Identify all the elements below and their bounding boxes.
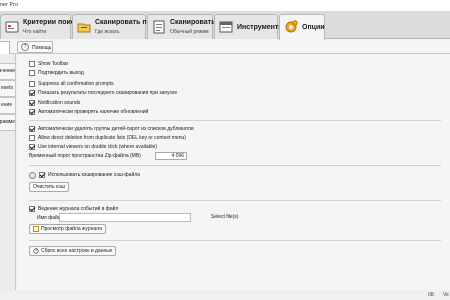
search-criteria-icon	[5, 21, 19, 33]
option-label: Show Toolbar	[38, 61, 69, 67]
option-auto-delete-orphans[interactable]: Автоматически удалять группы детей-сирот…	[29, 125, 194, 133]
divider	[29, 240, 441, 241]
select-files-button[interactable]: Select file(s)	[208, 212, 242, 222]
tab-label: Сканировать	[170, 19, 216, 26]
sidebar-item-2[interactable]: esets	[0, 80, 15, 97]
folder-scan-icon	[77, 23, 91, 33]
option-label: Автоматически удалять группы детей-сирот…	[38, 126, 194, 132]
sidebar-item-3[interactable]: ение	[0, 97, 15, 114]
checkbox[interactable]	[39, 172, 45, 178]
option-label: Показать результаты последнего сканирова…	[38, 90, 178, 96]
select-files-label: Select file(s)	[211, 214, 239, 220]
window-title: ner Pro	[0, 2, 19, 8]
scan-icon	[153, 20, 165, 34]
tab-sublabel: Где искать	[95, 29, 120, 35]
help-button[interactable]: ? Помощь	[17, 41, 53, 53]
status-time: 08:	[428, 292, 435, 298]
checkbox[interactable]	[29, 144, 35, 150]
clear-cache-button[interactable]: Очистить кэш	[29, 182, 69, 192]
zip-threshold-input[interactable]: 4 096	[155, 152, 187, 160]
checkbox[interactable]	[29, 61, 35, 67]
tab-label: Инструменты	[237, 24, 285, 31]
option-use-cache[interactable]: Использовать кэширование хэш-файла	[29, 171, 140, 179]
divider	[29, 200, 441, 201]
option-use-internal-viewers[interactable]: Use internal viewers on double click (wh…	[29, 143, 157, 151]
status-version: Ve	[443, 292, 449, 298]
view-log-button[interactable]: Просмотр файла журнала	[29, 224, 106, 234]
sidebar-item-1[interactable]: ачение	[0, 63, 15, 80]
tab-scan[interactable]: Сканировать Обычный режим	[147, 14, 216, 39]
status-bar: 08: Ve	[0, 290, 450, 300]
log-filename-input[interactable]	[59, 213, 191, 222]
main-tab-bar: Критерии поиска Что найти Сканировать пу…	[0, 11, 450, 40]
checkbox[interactable]	[29, 100, 35, 106]
options-gear-icon	[285, 20, 298, 33]
checkbox[interactable]	[29, 90, 35, 96]
option-auto-update[interactable]: Автоматически проверять наличие обновлен…	[29, 108, 148, 116]
option-confirm-exit[interactable]: Подтвердить выход	[29, 69, 84, 77]
view-log-label: Просмотр файла журнала	[41, 226, 102, 232]
reset-all-label: Сброс всех настроек и данных	[41, 248, 113, 254]
option-label: Notification sounds	[38, 100, 81, 106]
tab-scan-path[interactable]: Сканировать путь Где искать	[72, 14, 158, 39]
zip-threshold-label: Временный порог пространства Zip-файла (…	[29, 153, 141, 159]
option-label: Use internal viewers on double click (wh…	[38, 144, 157, 150]
option-label: Allow direct deletion from duplicate lis…	[38, 135, 186, 141]
option-show-last-scan[interactable]: Показать результаты последнего сканирова…	[29, 89, 177, 97]
options-toolbar: ? Помощь	[0, 39, 450, 54]
tab-search-criteria[interactable]: Критерии поиска Что найти	[0, 14, 82, 39]
option-label: Автоматически проверять наличие обновлен…	[38, 109, 149, 115]
clear-cache-label: Очистить кэш	[33, 184, 65, 190]
tools-icon	[219, 21, 233, 33]
option-label: Ведение журнала событий в файл	[38, 206, 119, 212]
option-notification-sounds[interactable]: Notification sounds	[29, 99, 80, 107]
checkbox[interactable]	[29, 126, 35, 132]
document-icon	[33, 226, 39, 232]
help-icon: ?	[21, 43, 29, 51]
tab-sublabel: Обычный режим	[170, 29, 209, 35]
divider	[29, 120, 441, 121]
tab-options[interactable]: Опции	[279, 14, 325, 40]
option-suppress-confirm[interactable]: Suppress all confirmation prompts	[29, 80, 114, 88]
tab-tools[interactable]: Инструменты	[214, 14, 284, 39]
options-content: Show Toolbar Подтвердить выход Suppress …	[17, 54, 450, 290]
sidebar-item-4[interactable]: ограмме	[0, 114, 15, 131]
option-logging[interactable]: Ведение журнала событий в файл	[29, 205, 118, 213]
option-label: Использовать кэширование хэш-файла	[48, 172, 140, 178]
reset-all-button[interactable]: Сброс всех настроек и данных	[29, 246, 117, 256]
reset-icon	[33, 248, 39, 254]
checkbox[interactable]	[29, 81, 35, 87]
option-show-toolbar[interactable]: Show Toolbar	[29, 60, 68, 68]
checkbox[interactable]	[29, 206, 35, 212]
checkbox[interactable]	[29, 109, 35, 115]
tab-sublabel: Что найти	[23, 29, 47, 35]
option-label: Suppress all confirmation prompts	[38, 81, 114, 87]
help-label: Помощь	[32, 45, 52, 51]
sub-tab-active[interactable]	[0, 41, 10, 54]
divider	[29, 165, 441, 166]
cache-icon	[29, 171, 36, 179]
tab-label: Опции	[302, 24, 325, 31]
options-sidebar: ачение esets ение ограмме	[0, 54, 16, 290]
title-bar: ner Pro	[0, 0, 450, 11]
option-label: Подтвердить выход	[38, 70, 84, 76]
checkbox[interactable]	[29, 70, 35, 76]
checkbox[interactable]	[29, 135, 35, 141]
option-allow-direct-delete[interactable]: Allow direct deletion from duplicate lis…	[29, 134, 186, 142]
